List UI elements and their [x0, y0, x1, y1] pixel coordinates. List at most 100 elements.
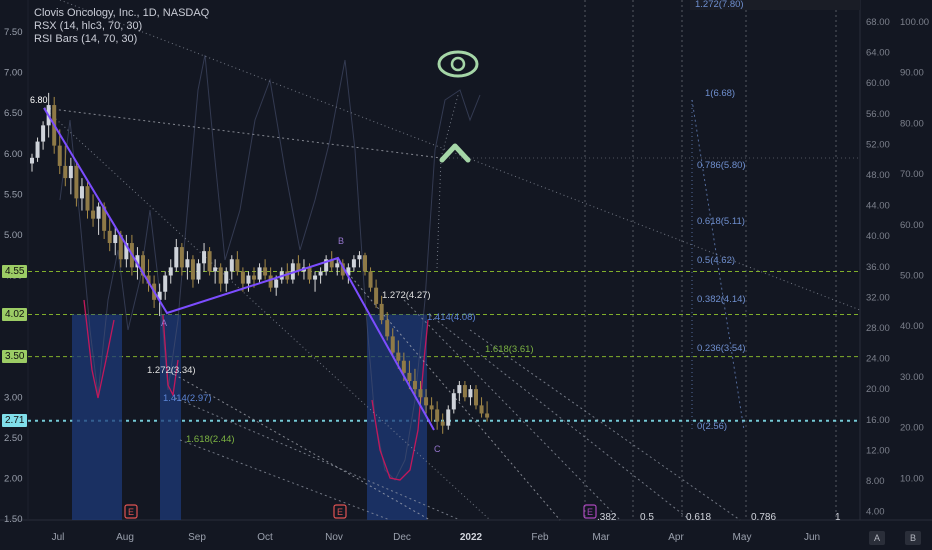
fib-retracement-label-7: 0.236(3.54) — [697, 343, 746, 354]
x-axis-tick-Jun: Jun — [804, 532, 820, 543]
right-axis-b-tick-20.00: 20.00 — [900, 423, 924, 434]
right-axis-a-tick-12.00: 12.00 — [866, 445, 890, 456]
left-axis-tick-6.50: 6.50 — [4, 108, 23, 119]
right-axis-a-tick-40.00: 40.00 — [866, 231, 890, 242]
candle-body — [113, 234, 118, 244]
x-axis-tick-May: May — [733, 532, 752, 543]
fib-retracement-label-3: 0.786(5.80) — [697, 160, 746, 171]
earnings-marker-text: E — [587, 507, 593, 517]
candle-body — [163, 275, 168, 292]
x-axis-tick-Sep: Sep — [188, 532, 206, 543]
price-chart[interactable]: A B C 6.80 1.272(4.27) 1.414(4.08) 1.618(3.61)… — [0, 0, 932, 550]
right-axis-a-tick-64.00: 64.00 — [866, 48, 890, 59]
right-axis-b-tick-90.00: 90.00 — [900, 68, 924, 79]
legend-indicator-rsi-bars[interactable]: RSI Bars (14, 70, 30) — [34, 33, 209, 46]
candle-body — [252, 275, 256, 280]
x-axis-tick-Feb: Feb — [531, 532, 549, 543]
candle-body — [412, 381, 417, 390]
auto-scale-button[interactable]: A — [869, 531, 885, 545]
right-axis-a-tick-56.00: 56.00 — [866, 109, 890, 120]
candle-body — [174, 247, 179, 268]
candle-body — [91, 210, 96, 219]
right-axis-b-tick-10.00: 10.00 — [900, 473, 924, 484]
x-axis-tick-Oct: Oct — [257, 532, 273, 543]
price-badge-2.71: 2.71 — [2, 414, 28, 428]
candle-body — [68, 165, 73, 179]
price-badge-4.55: 4.55 — [2, 264, 28, 278]
candle-body — [407, 372, 412, 382]
candle-body — [374, 287, 379, 304]
fib-time-label-4: 0.786 — [751, 512, 776, 523]
wave-label-A: A — [161, 318, 167, 328]
candle-body — [268, 275, 273, 288]
candle-body — [318, 271, 323, 276]
candle-body — [451, 393, 456, 410]
candle-body — [240, 271, 245, 284]
legend-symbol-title[interactable]: Clovis Oncology, Inc., 1D, NASDAQ — [34, 7, 209, 20]
x-axis-tick-Jul: Jul — [52, 532, 65, 543]
candle-body — [202, 251, 207, 264]
left-axis-tick-1.50: 1.50 — [4, 514, 23, 525]
fib-retracement-label-6: 0.382(4.14) — [697, 294, 746, 305]
earnings-marker-text: E — [337, 507, 343, 517]
candle-body — [396, 352, 401, 361]
candle-body — [179, 247, 184, 268]
candle-body — [224, 271, 229, 284]
right-axis-a-tick-8.00: 8.00 — [866, 476, 885, 487]
right-axis-b-tick-30.00: 30.00 — [900, 372, 924, 383]
candle-body — [418, 389, 423, 398]
candle-body — [429, 405, 434, 410]
x-axis-tick-2022: 2022 — [460, 532, 483, 543]
x-axis-tick-Nov: Nov — [325, 532, 343, 543]
candle-body — [390, 336, 395, 353]
candle-body — [485, 413, 490, 418]
right-axis-b-tick-60.00: 60.00 — [900, 220, 924, 231]
candle-body — [79, 186, 84, 199]
log-scale-button[interactable]: B — [905, 531, 921, 545]
left-axis-tick-7.50: 7.50 — [4, 27, 23, 38]
right-axis-b-tick-70.00: 70.00 — [900, 169, 924, 180]
candle-body — [168, 267, 173, 276]
candle-body — [257, 267, 262, 280]
candle-body — [357, 255, 362, 260]
candle-body — [363, 255, 367, 272]
candle-body — [368, 271, 373, 288]
fib-extension-label-3: 1.618(3.61) — [485, 344, 534, 355]
candle-body — [74, 165, 79, 199]
candle-body — [424, 397, 429, 406]
fib-retracement-label-1: 1.272(7.80) — [695, 0, 744, 10]
fib-extension-label-6: 1.618(2.44) — [186, 434, 235, 445]
price-badge-4.02: 4.02 — [2, 307, 28, 321]
candle-body — [313, 275, 318, 280]
candle-body — [229, 259, 234, 272]
candle-body — [63, 165, 68, 179]
chart-background — [0, 0, 932, 550]
right-axis-a-tick-20.00: 20.00 — [866, 384, 890, 395]
fib-extension-label-5: 1.414(2.97) — [163, 393, 212, 404]
candle-body — [263, 267, 268, 276]
candle-body — [462, 385, 467, 398]
candle-body — [185, 259, 190, 268]
candle-body — [474, 389, 478, 406]
candle-body — [379, 303, 384, 321]
fib-retracement-label-8: 0(2.56) — [697, 421, 727, 432]
legend-indicator-rsx[interactable]: RSX (14, hlc3, 70, 30) — [34, 20, 209, 33]
candle-body — [385, 320, 390, 337]
x-axis-tick-Aug: Aug — [116, 532, 134, 543]
fib-time-label-3: 0.618 — [686, 512, 711, 523]
right-axis-b-tick-40.00: 40.00 — [900, 321, 924, 332]
candle-body — [246, 275, 251, 284]
fib-time-label-5: 1 — [835, 512, 841, 523]
candle-body — [213, 267, 218, 272]
candle-body — [435, 409, 440, 422]
candle-body — [468, 389, 473, 398]
fib-retracement-label-5: 0.5(4.62) — [697, 255, 735, 266]
right-axis-a-tick-44.00: 44.00 — [866, 201, 890, 212]
left-axis-tick-2.00: 2.00 — [4, 473, 23, 484]
right-axis-b-tick-50.00: 50.00 — [900, 271, 924, 282]
rsi-zone-1 — [72, 314, 122, 520]
right-axis-a-tick-36.00: 36.00 — [866, 262, 890, 273]
candle-body — [479, 405, 484, 414]
fib-extension-label-2: 1.414(4.08) — [427, 312, 476, 323]
right-axis-a-tick-60.00: 60.00 — [866, 78, 890, 89]
